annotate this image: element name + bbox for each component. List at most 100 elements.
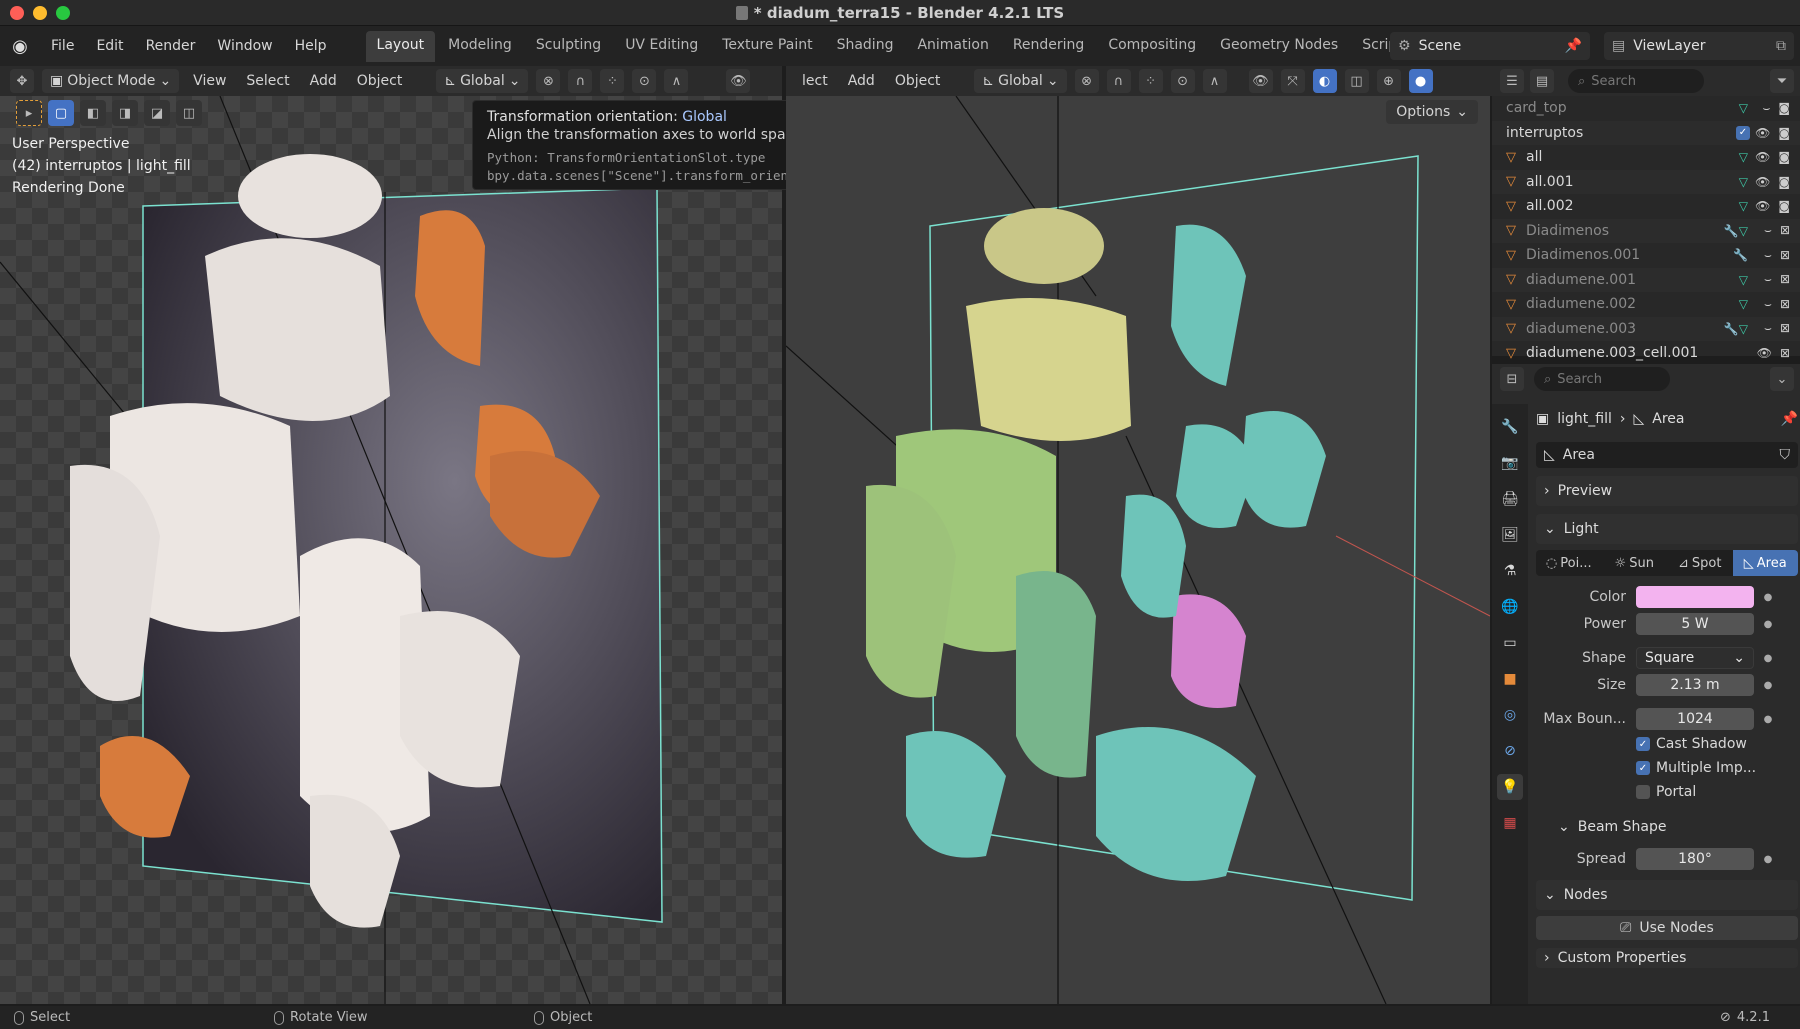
panel-custom-properties[interactable]: › Custom Properties <box>1536 948 1798 968</box>
camera-icon[interactable]: ◙ <box>1778 126 1790 140</box>
orientation-dropdown[interactable]: ⊾ Global ⌄ <box>974 69 1067 93</box>
view-menu[interactable]: View <box>187 73 232 89</box>
multiple-importance-checkbox[interactable]: ✓ <box>1636 761 1650 775</box>
tab-animation[interactable]: Animation <box>906 31 999 62</box>
eye-icon[interactable]: 👁 <box>1755 126 1770 140</box>
select-menu[interactable]: Select <box>240 73 295 89</box>
select-menu[interactable]: lect <box>796 73 834 89</box>
tool-tab-icon[interactable]: 🔧 <box>1497 414 1523 440</box>
pin-icon[interactable]: 📌 <box>1565 38 1582 54</box>
mode-dropdown[interactable]: ▣ Object Mode ⌄ <box>42 69 180 93</box>
tab-geometry-nodes[interactable]: Geometry Nodes <box>1209 31 1349 62</box>
tab-compositing[interactable]: Compositing <box>1097 31 1207 62</box>
texture-tab-icon[interactable]: ▦ <box>1497 810 1523 836</box>
eye-icon[interactable]: 👁 <box>1755 199 1770 213</box>
portal-row[interactable]: Portal <box>1536 780 1798 804</box>
panel-beam-shape[interactable]: ⌄ Beam Shape <box>1550 812 1798 842</box>
camera-icon[interactable]: ◙ <box>1778 199 1790 213</box>
properties-search-input[interactable]: ⌕ Search <box>1534 367 1670 391</box>
pin-icon[interactable]: 📌 <box>1781 411 1798 427</box>
tab-sculpting[interactable]: Sculpting <box>525 31 612 62</box>
blender-logo-icon[interactable]: ◉ <box>0 36 40 57</box>
overlay-icon[interactable]: ◐ <box>1312 69 1337 93</box>
light-type-area[interactable]: ◺ Area <box>1732 550 1798 576</box>
select-invert-icon[interactable]: ◪ <box>144 100 170 126</box>
menu-window[interactable]: Window <box>206 38 283 54</box>
output-tab-icon[interactable]: 🖨 <box>1497 486 1523 512</box>
light-type-sun[interactable]: ☼ Sun <box>1602 550 1668 576</box>
camera-off-icon[interactable]: ⊠ <box>1780 272 1790 287</box>
hide-icon[interactable]: ⌣ <box>1762 101 1770 116</box>
render-tab-icon[interactable]: 📷 <box>1497 450 1523 476</box>
right-viewport[interactable]: Options ⌄ <box>786 96 1490 1004</box>
camera-off-icon[interactable]: ⊠ <box>1780 248 1790 263</box>
light-datablock-field[interactable]: ◺ Area ⛉ <box>1536 442 1798 468</box>
light-type-point[interactable]: ◌ Poi... <box>1536 550 1602 576</box>
object-menu[interactable]: Object <box>889 73 947 89</box>
list-item[interactable]: ▽ Diadimenos 🔧▽ ⌣ ⊠ <box>1492 218 1800 243</box>
snap-target-icon[interactable]: ⁘ <box>600 69 625 93</box>
keyframe-dot[interactable]: ● <box>1760 619 1776 630</box>
copy-icon[interactable]: ⧉ <box>1776 38 1786 54</box>
falloff-icon[interactable]: ∧ <box>664 69 689 93</box>
camera-off-icon[interactable]: ⊠ <box>1780 223 1790 238</box>
menu-file[interactable]: File <box>40 38 85 54</box>
falloff-icon[interactable]: ∧ <box>1202 69 1227 93</box>
cast-shadow-row[interactable]: ✓ Cast Shadow <box>1536 732 1798 756</box>
visibility-icon[interactable]: 👁 <box>1248 69 1273 93</box>
list-item[interactable]: ▽ diadumene.003_cell.001 👁 ⊠ <box>1492 341 1800 366</box>
editor-type-icon[interactable]: ✥ <box>10 69 34 93</box>
add-menu[interactable]: Add <box>842 73 881 89</box>
shield-icon[interactable]: ⛉ <box>1780 447 1791 463</box>
list-item[interactable]: ▽ all.002 ▽ 👁 ◙ <box>1492 194 1800 219</box>
panel-light[interactable]: ⌄ Light <box>1536 514 1798 544</box>
view-layer-tab-icon[interactable]: 🖼 <box>1497 522 1523 548</box>
physics-tab-icon[interactable]: ◎ <box>1497 702 1523 728</box>
menu-edit[interactable]: Edit <box>85 38 134 54</box>
tab-texture-paint[interactable]: Texture Paint <box>711 31 823 62</box>
spread-field[interactable]: 180° <box>1636 848 1754 870</box>
orientation-dropdown[interactable]: ⊾ Global ⌄ <box>436 69 529 93</box>
max-bounces-field[interactable]: 1024 <box>1636 708 1754 730</box>
select-extend-icon[interactable]: ◧ <box>80 100 106 126</box>
object-tab-icon[interactable]: ■ <box>1497 666 1523 692</box>
left-viewport[interactable]: ▸ ▢ ◧ ◨ ◪ ◫ User Perspective (42) interr… <box>0 96 782 1004</box>
eye-icon[interactable]: 👁 <box>1755 175 1770 189</box>
panel-nodes[interactable]: ⌄ Nodes <box>1536 880 1798 910</box>
filter-mode-icon[interactable]: ▤ <box>1530 69 1554 93</box>
panel-preview[interactable]: › Preview <box>1536 476 1798 506</box>
minimize-window-button[interactable] <box>33 6 47 20</box>
light-data-tab-icon[interactable]: 💡 <box>1497 774 1523 800</box>
list-item[interactable]: ▽ diadumene.002 ▽ ⌣ ⊠ <box>1492 292 1800 317</box>
scene-tab-icon[interactable]: ⚗ <box>1497 558 1523 584</box>
eye-icon[interactable]: 👁 <box>1757 346 1772 360</box>
power-field[interactable]: 5 W <box>1636 613 1754 635</box>
menu-help[interactable]: Help <box>284 38 338 54</box>
collection-checkbox[interactable]: ✓ <box>1736 125 1750 140</box>
xray-icon[interactable]: ◫ <box>1344 69 1369 93</box>
keyframe-dot[interactable]: ● <box>1760 592 1776 603</box>
tab-rendering[interactable]: Rendering <box>1002 31 1096 62</box>
tab-modeling[interactable]: Modeling <box>437 31 523 62</box>
options-dropdown[interactable]: Options ⌄ <box>1386 100 1478 124</box>
cast-shadow-checkbox[interactable]: ✓ <box>1636 737 1650 751</box>
keyframe-dot[interactable]: ● <box>1760 854 1776 865</box>
camera-icon[interactable]: ◙ <box>1778 150 1790 164</box>
camera-icon[interactable]: ◙ <box>1778 175 1790 189</box>
camera-off-icon[interactable]: ⊠ <box>1780 321 1790 336</box>
chevron-down-icon[interactable]: ⌄ <box>1770 367 1794 391</box>
hide-icon[interactable]: ⌣ <box>1764 223 1772 238</box>
add-menu[interactable]: Add <box>304 73 343 89</box>
list-item[interactable]: ▽ diadumene.001 ▽ ⌣ ⊠ <box>1492 267 1800 292</box>
list-item[interactable]: ▽ all.001 ▽ 👁 ◙ <box>1492 169 1800 194</box>
proportional-edit-icon[interactable]: ⊙ <box>632 69 657 93</box>
multiple-importance-row[interactable]: ✓ Multiple Imp... <box>1536 756 1798 780</box>
list-item[interactable]: card_top ▽ ⌣ ◙ <box>1492 96 1800 121</box>
hide-icon[interactable]: ⌣ <box>1764 272 1772 287</box>
object-menu[interactable]: Object <box>351 73 409 89</box>
pivot-icon[interactable]: ⊗ <box>536 69 561 93</box>
world-tab-icon[interactable]: 🌐 <box>1497 594 1523 620</box>
solid-shading-icon[interactable]: ● <box>1408 69 1433 93</box>
pivot-icon[interactable]: ⊗ <box>1074 69 1099 93</box>
select-subtract-icon[interactable]: ◨ <box>112 100 138 126</box>
